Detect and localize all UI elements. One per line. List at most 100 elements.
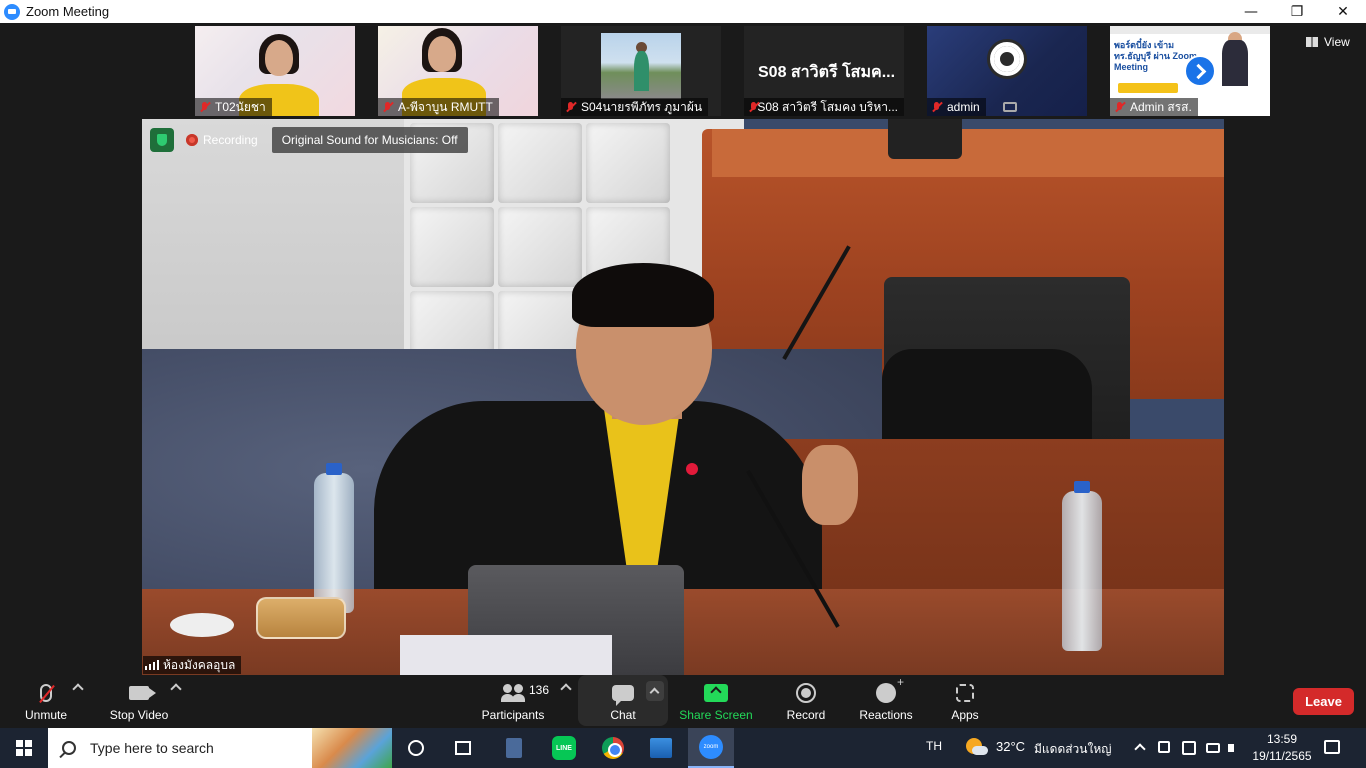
chat-options-chevron-icon[interactable] bbox=[646, 681, 664, 701]
mic-muted-icon bbox=[199, 101, 211, 113]
view-label: View bbox=[1324, 35, 1350, 49]
weather-description[interactable]: มีแดดส่วนใหญ่ bbox=[1034, 740, 1112, 759]
battery-icon[interactable] bbox=[1206, 743, 1220, 753]
apps-button[interactable]: Apps bbox=[944, 675, 986, 728]
window-controls: — ❐ ✕ bbox=[1228, 0, 1366, 23]
participant-namebar: Admin สรส. bbox=[1110, 98, 1198, 116]
speaker-hand bbox=[802, 445, 858, 525]
cortana-circle-icon bbox=[408, 740, 424, 756]
unmute-button[interactable]: Unmute bbox=[18, 675, 74, 728]
chrome-app[interactable] bbox=[597, 732, 629, 764]
participant-tile[interactable]: admin bbox=[927, 26, 1087, 116]
cortana-button[interactable] bbox=[400, 732, 432, 764]
zoom-app[interactable]: zoom bbox=[688, 728, 734, 768]
chrome-icon bbox=[602, 737, 624, 759]
calculator-icon bbox=[506, 738, 522, 758]
panel-cell bbox=[498, 207, 582, 287]
original-sound-toggle[interactable]: Original Sound for Musicians: Off bbox=[271, 127, 468, 153]
line-app[interactable]: LINE bbox=[548, 732, 580, 764]
search-highlight-image bbox=[312, 728, 392, 768]
video-snack-box bbox=[256, 597, 346, 639]
share-screen-button[interactable]: Share Screen bbox=[678, 675, 754, 728]
recording-indicator[interactable]: Recording bbox=[180, 127, 266, 153]
camera-tray-icon[interactable] bbox=[1182, 741, 1196, 755]
video-wood-desk-top bbox=[712, 129, 1224, 177]
participant-strip: T02นัยชา A-พีจาบูน RMUTT S04นายรพีภัทร ภ… bbox=[195, 26, 1270, 116]
task-view-button[interactable] bbox=[447, 732, 479, 764]
participant-name: admin bbox=[947, 100, 980, 114]
view-button[interactable]: View bbox=[1306, 35, 1350, 49]
clock-date: 19/11/2565 bbox=[1252, 749, 1312, 763]
speaker-volume-icon[interactable] bbox=[1228, 741, 1242, 755]
obs-logo-icon bbox=[987, 39, 1027, 79]
chat-label: Chat bbox=[610, 707, 636, 722]
calculator-app[interactable] bbox=[498, 732, 530, 764]
participants-count: 136 bbox=[529, 683, 550, 697]
taskbar-search[interactable]: Type here to search bbox=[48, 728, 392, 768]
partly-sunny-icon bbox=[966, 738, 988, 756]
participant-tile[interactable]: A-พีจาบูน RMUTT bbox=[378, 26, 538, 116]
system-clock[interactable]: 13:59 19/11/2565 bbox=[1250, 731, 1314, 765]
speaker-hair bbox=[572, 263, 714, 327]
record-label: Record bbox=[786, 707, 826, 722]
meeting-toolbar: Unmute Stop Video Participants 136 Chat … bbox=[0, 675, 1366, 728]
video-plate bbox=[170, 613, 234, 637]
search-placeholder: Type here to search bbox=[90, 740, 214, 756]
chat-button[interactable]: Chat bbox=[596, 675, 650, 728]
participant-tile[interactable]: T02นัยชา bbox=[195, 26, 355, 116]
zoom-icon: zoom bbox=[699, 735, 723, 759]
security-shield-icon[interactable] bbox=[150, 128, 174, 152]
video-water-bottle bbox=[1062, 481, 1102, 651]
notification-center-icon[interactable] bbox=[1324, 740, 1340, 754]
apps-icon bbox=[956, 683, 974, 702]
video-mic-console bbox=[888, 119, 962, 159]
participant-face bbox=[265, 40, 293, 76]
minimize-button[interactable]: — bbox=[1228, 0, 1274, 23]
audio-options-chevron-icon[interactable] bbox=[72, 683, 84, 695]
participant-namebar: T02นัยชา bbox=[195, 98, 272, 116]
participants-options-chevron-icon[interactable] bbox=[560, 683, 572, 695]
zoom-logo-icon bbox=[4, 3, 20, 20]
participant-name: S08 สาวิตรี โสมคง บริหา... bbox=[757, 99, 898, 114]
panel-cell bbox=[498, 123, 582, 203]
restore-button[interactable]: ❐ bbox=[1274, 0, 1320, 23]
window-title: Zoom Meeting bbox=[26, 4, 110, 19]
input-language[interactable]: TH bbox=[926, 739, 942, 753]
participants-icon bbox=[501, 683, 525, 702]
reactions-label: Reactions bbox=[859, 707, 913, 722]
leave-button[interactable]: Leave bbox=[1293, 688, 1354, 715]
reactions-button[interactable]: Reactions bbox=[856, 675, 916, 728]
participant-namebar: A-พีจาบูน RMUTT bbox=[378, 98, 499, 116]
photos-icon bbox=[650, 738, 672, 758]
close-button[interactable]: ✕ bbox=[1320, 0, 1366, 23]
poster-date-bar bbox=[1118, 83, 1178, 93]
mic-muted-icon bbox=[931, 101, 943, 113]
video-nameplate bbox=[400, 635, 612, 675]
emoji-reaction-icon bbox=[876, 675, 904, 703]
panel-cell bbox=[586, 123, 670, 203]
stop-video-button[interactable]: Stop Video bbox=[104, 675, 174, 728]
video-camera-icon bbox=[129, 685, 156, 700]
participant-name: T02นัยชา bbox=[215, 99, 266, 114]
meeting-area: T02นัยชา A-พีจาบูน RMUTT S04นายรพีภัทร ภ… bbox=[0, 23, 1366, 675]
search-icon bbox=[62, 741, 76, 755]
clock-time: 13:59 bbox=[1266, 732, 1298, 746]
participant-tile[interactable]: S04นายรพีภัทร ภูมาผ้น bbox=[561, 26, 721, 116]
weather-temperature[interactable]: 32°C bbox=[996, 739, 1025, 754]
show-hidden-icons-button[interactable] bbox=[1134, 741, 1150, 755]
participant-tile[interactable]: S08 สาวิตรี โสมค... S08 สาวิตรี โสมคง บร… bbox=[744, 26, 904, 116]
start-button[interactable] bbox=[0, 728, 48, 768]
mic-muted-icon bbox=[1114, 101, 1126, 113]
participant-name: Admin สรส. bbox=[1130, 99, 1192, 114]
record-button[interactable]: Record bbox=[780, 675, 832, 728]
participant-photo bbox=[601, 33, 681, 99]
next-page-arrow-icon[interactable] bbox=[1184, 55, 1216, 87]
recording-label: Recording bbox=[203, 133, 258, 147]
windows-taskbar: Type here to search LINE zoom TH 32°C มี… bbox=[0, 728, 1366, 768]
participant-namebar: admin bbox=[927, 98, 986, 116]
photos-app[interactable] bbox=[645, 732, 677, 764]
chevron-up-icon bbox=[649, 687, 660, 698]
apps-label: Apps bbox=[951, 707, 979, 722]
poster-person-body bbox=[1222, 40, 1248, 86]
meet-now-icon[interactable] bbox=[1158, 741, 1170, 753]
